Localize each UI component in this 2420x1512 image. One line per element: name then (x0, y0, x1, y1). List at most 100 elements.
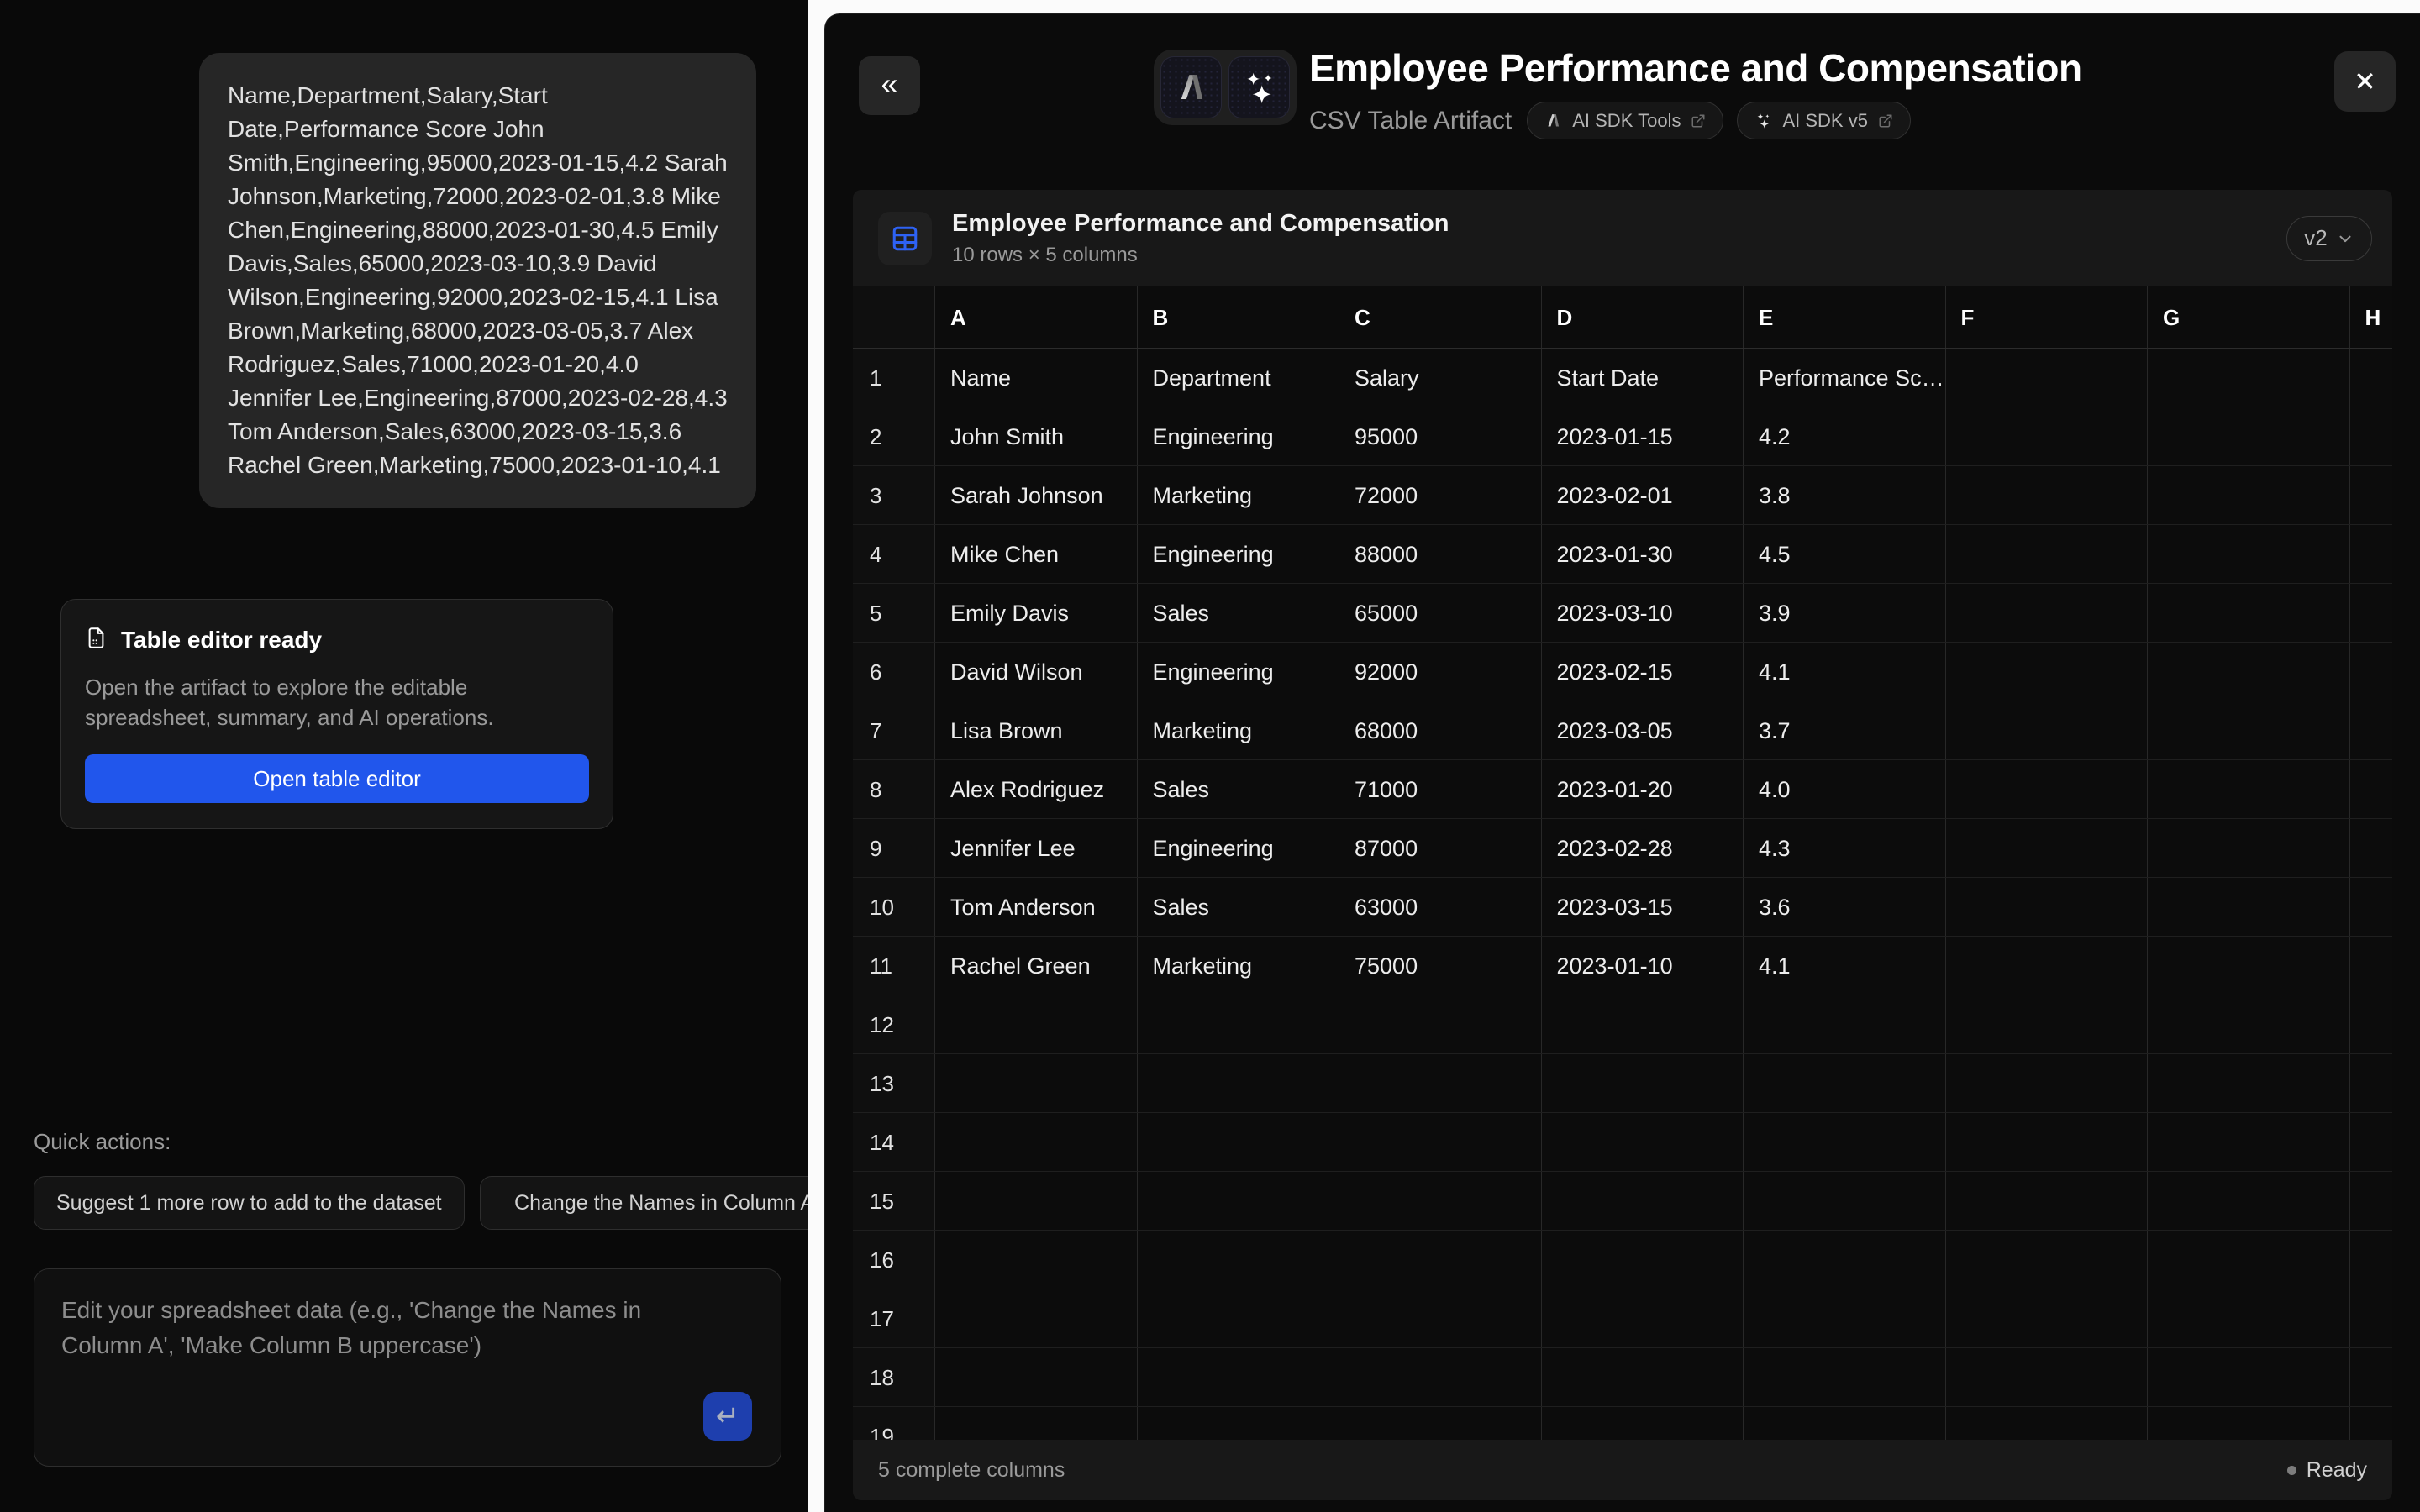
cell-F7[interactable] (1946, 701, 2149, 759)
cell-C10[interactable]: 63000 (1339, 878, 1542, 936)
cell-H14[interactable] (2350, 1113, 2393, 1171)
cell-H5[interactable] (2350, 584, 2393, 642)
row-header-14[interactable]: 14 (853, 1113, 935, 1171)
cell-E8[interactable]: 4.0 (1744, 760, 1946, 818)
cell-D16[interactable] (1542, 1231, 1744, 1289)
cell-F17[interactable] (1946, 1289, 2149, 1347)
cell-F14[interactable] (1946, 1113, 2149, 1171)
cell-E7[interactable]: 3.7 (1744, 701, 1946, 759)
cell-H6[interactable] (2350, 643, 2393, 701)
cell-A18[interactable] (935, 1348, 1138, 1406)
cell-E3[interactable]: 3.8 (1744, 466, 1946, 524)
cell-E10[interactable]: 3.6 (1744, 878, 1946, 936)
cell-F10[interactable] (1946, 878, 2149, 936)
cell-C14[interactable] (1339, 1113, 1542, 1171)
cell-H18[interactable] (2350, 1348, 2393, 1406)
cell-A13[interactable] (935, 1054, 1138, 1112)
cell-C4[interactable]: 88000 (1339, 525, 1542, 583)
cell-H17[interactable] (2350, 1289, 2393, 1347)
cell-B19[interactable] (1138, 1407, 1340, 1440)
cell-E19[interactable] (1744, 1407, 1946, 1440)
cell-G14[interactable] (2148, 1113, 2350, 1171)
cell-H15[interactable] (2350, 1172, 2393, 1230)
cell-E15[interactable] (1744, 1172, 1946, 1230)
column-header-D[interactable]: D (1542, 286, 1744, 348)
cell-C3[interactable]: 72000 (1339, 466, 1542, 524)
column-header-G[interactable]: G (2148, 286, 2350, 348)
cell-F4[interactable] (1946, 525, 2149, 583)
cell-D4[interactable]: 2023-01-30 (1542, 525, 1744, 583)
cell-A10[interactable]: Tom Anderson (935, 878, 1138, 936)
cell-G18[interactable] (2148, 1348, 2350, 1406)
cell-H13[interactable] (2350, 1054, 2393, 1112)
row-header-3[interactable]: 3 (853, 466, 935, 524)
cell-B16[interactable] (1138, 1231, 1340, 1289)
cell-E9[interactable]: 4.3 (1744, 819, 1946, 877)
cell-C13[interactable] (1339, 1054, 1542, 1112)
cell-C16[interactable] (1339, 1231, 1542, 1289)
cell-E17[interactable] (1744, 1289, 1946, 1347)
cell-E4[interactable]: 4.5 (1744, 525, 1946, 583)
cell-B1[interactable]: Department (1138, 349, 1340, 407)
cell-A8[interactable]: Alex Rodriguez (935, 760, 1138, 818)
cell-B6[interactable]: Engineering (1138, 643, 1340, 701)
cell-B4[interactable]: Engineering (1138, 525, 1340, 583)
cell-C15[interactable] (1339, 1172, 1542, 1230)
cell-A2[interactable]: John Smith (935, 407, 1138, 465)
cell-B7[interactable]: Marketing (1138, 701, 1340, 759)
cell-A6[interactable]: David Wilson (935, 643, 1138, 701)
cell-E14[interactable] (1744, 1113, 1946, 1171)
cell-G17[interactable] (2148, 1289, 2350, 1347)
cell-H7[interactable] (2350, 701, 2393, 759)
cell-G11[interactable] (2148, 937, 2350, 995)
cell-G1[interactable] (2148, 349, 2350, 407)
cell-B9[interactable]: Engineering (1138, 819, 1340, 877)
cell-G19[interactable] (2148, 1407, 2350, 1440)
cell-C12[interactable] (1339, 995, 1542, 1053)
cell-D3[interactable]: 2023-02-01 (1542, 466, 1744, 524)
cell-D12[interactable] (1542, 995, 1744, 1053)
cell-F3[interactable] (1946, 466, 2149, 524)
cell-G5[interactable] (2148, 584, 2350, 642)
cell-B3[interactable]: Marketing (1138, 466, 1340, 524)
row-header-13[interactable]: 13 (853, 1054, 935, 1112)
cell-H12[interactable] (2350, 995, 2393, 1053)
column-header-B[interactable]: B (1138, 286, 1340, 348)
cell-A7[interactable]: Lisa Brown (935, 701, 1138, 759)
cell-C9[interactable]: 87000 (1339, 819, 1542, 877)
row-header-15[interactable]: 15 (853, 1172, 935, 1230)
row-header-11[interactable]: 11 (853, 937, 935, 995)
row-header-8[interactable]: 8 (853, 760, 935, 818)
cell-F11[interactable] (1946, 937, 2149, 995)
cell-A12[interactable] (935, 995, 1138, 1053)
cell-E12[interactable] (1744, 995, 1946, 1053)
cell-H10[interactable] (2350, 878, 2393, 936)
cell-A11[interactable]: Rachel Green (935, 937, 1138, 995)
badge-ai-sdk-v5[interactable]: AI SDK v5 (1737, 102, 1910, 139)
cell-G4[interactable] (2148, 525, 2350, 583)
cell-H9[interactable] (2350, 819, 2393, 877)
cell-G16[interactable] (2148, 1231, 2350, 1289)
row-header-4[interactable]: 4 (853, 525, 935, 583)
cell-D15[interactable] (1542, 1172, 1744, 1230)
row-header-17[interactable]: 17 (853, 1289, 935, 1347)
row-header-9[interactable]: 9 (853, 819, 935, 877)
cell-F13[interactable] (1946, 1054, 2149, 1112)
cell-A15[interactable] (935, 1172, 1138, 1230)
cell-H11[interactable] (2350, 937, 2393, 995)
cell-F19[interactable] (1946, 1407, 2149, 1440)
cell-C6[interactable]: 92000 (1339, 643, 1542, 701)
column-header-H[interactable]: H (2350, 286, 2393, 348)
cell-A19[interactable] (935, 1407, 1138, 1440)
cell-G15[interactable] (2148, 1172, 2350, 1230)
cell-F12[interactable] (1946, 995, 2149, 1053)
close-panel-button[interactable]: ✕ (2334, 51, 2396, 112)
cell-C5[interactable]: 65000 (1339, 584, 1542, 642)
row-header-19[interactable]: 19 (853, 1407, 935, 1440)
cell-H3[interactable] (2350, 466, 2393, 524)
cell-A4[interactable]: Mike Chen (935, 525, 1138, 583)
cell-H8[interactable] (2350, 760, 2393, 818)
cell-C19[interactable] (1339, 1407, 1542, 1440)
cell-G12[interactable] (2148, 995, 2350, 1053)
row-header-10[interactable]: 10 (853, 878, 935, 936)
